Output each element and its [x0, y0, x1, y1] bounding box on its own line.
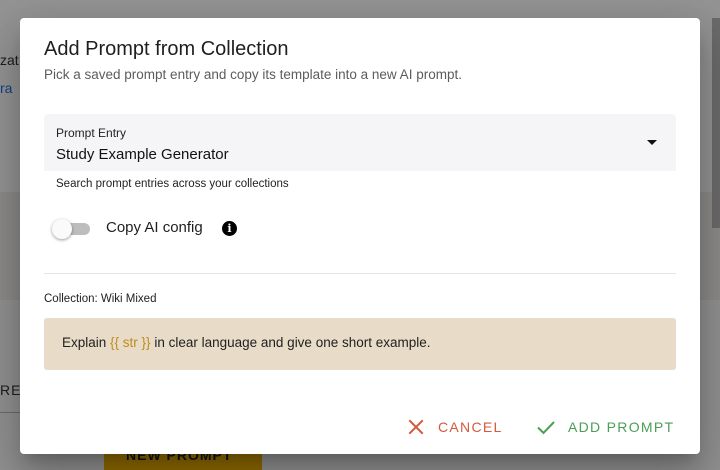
copy-ai-config-label: Copy AI config [106, 219, 203, 236]
cancel-button[interactable]: CANCEL [406, 416, 503, 438]
copy-ai-config-toggle[interactable] [52, 218, 92, 240]
prompt-entry-label: Prompt Entry [56, 126, 127, 140]
template-text-before: Explain [62, 335, 111, 350]
close-icon [408, 419, 424, 435]
prompt-entry-value: Study Example Generator [56, 146, 229, 163]
add-prompt-label: ADD PROMPT [568, 419, 675, 435]
cancel-label: CANCEL [438, 419, 503, 435]
chevron-down-icon[interactable] [647, 140, 657, 145]
prompt-entry-select[interactable]: Prompt Entry Study Example Generator [44, 114, 676, 171]
template-variable: {{ str }} [110, 335, 151, 350]
add-prompt-button[interactable]: ADD PROMPT [536, 416, 674, 438]
dialog-title: Add Prompt from Collection [44, 38, 289, 60]
dialog-subtitle: Pick a saved prompt entry and copy its t… [44, 67, 462, 82]
section-divider [44, 273, 676, 274]
template-preview: Explain {{ str }} in clear language and … [44, 318, 676, 370]
collection-name: Collection: Wiki Mixed [44, 293, 157, 305]
add-prompt-dialog: Add Prompt from Collection Pick a saved … [20, 18, 700, 454]
toggle-knob [52, 219, 72, 239]
check-icon [537, 421, 555, 435]
info-icon[interactable]: i [222, 221, 237, 236]
template-text-after: in clear language and give one short exa… [150, 335, 431, 350]
prompt-entry-helper: Search prompt entries across your collec… [56, 178, 289, 190]
